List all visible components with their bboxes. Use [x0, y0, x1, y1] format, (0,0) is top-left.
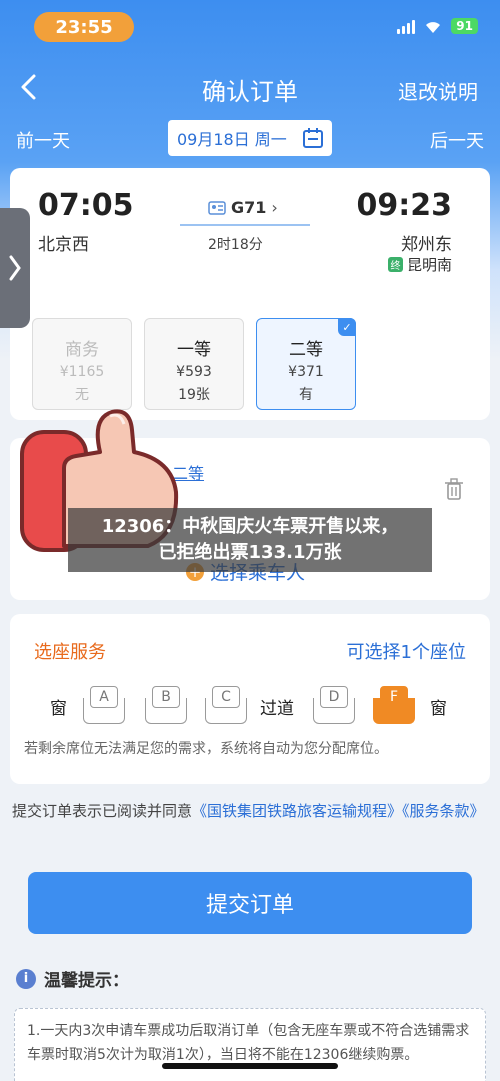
final-station-label: 昆明南 [406, 256, 452, 274]
caption-line-2: 已拒绝出票133.1万张 [158, 542, 342, 563]
tips-box: 1.一天内3次申请车票成功后取消订单（包含无座车票或不符合选铺需求车票时取消5次… [14, 1008, 486, 1081]
wifi-icon [426, 22, 441, 33]
train-number[interactable]: G71 › [208, 198, 278, 217]
seat-letter: D [320, 686, 348, 708]
date-label: 09月18日 周一 [177, 130, 287, 149]
news-caption: 12306：中秋国庆火车票开售以来， 已拒绝出票133.1万张 [68, 508, 432, 572]
seat-class-first[interactable]: 一等 ¥593 19张 [144, 318, 244, 410]
seat-service-hint: 可选择1个座位 [346, 642, 466, 663]
info-icon: i [16, 968, 36, 989]
seat-letter: F [380, 686, 408, 708]
seat-letter: B [152, 686, 180, 708]
seat-service-card: 选座服务 可选择1个座位 窗 A B C 过道 D F 窗 若剩余席位无法满足您… [10, 614, 490, 784]
signal-icon [397, 18, 416, 34]
prev-day-button[interactable]: 前一天 [16, 127, 70, 153]
chevron-right-icon: › [271, 198, 278, 217]
seat-b[interactable]: B [144, 684, 188, 724]
seat-class-name: 一等 [177, 340, 211, 360]
departure-time: 07:05 [38, 188, 134, 223]
caption-line-1: 12306：中秋国庆火车票开售以来， [101, 516, 399, 537]
seat-service-title: 选座服务 [34, 642, 106, 663]
agreement-text: 提交订单表示已阅读并同意《国铁集团铁路旅客运输规程》《服务条款》 [12, 796, 490, 826]
trash-icon[interactable] [444, 478, 464, 500]
departure-station: 北京西 [38, 235, 89, 255]
nav-bar: 确认订单 退改说明 [0, 60, 500, 116]
check-icon: ✓ [338, 318, 356, 336]
date-picker[interactable]: 09月18日 周一 [168, 120, 332, 156]
route-line [180, 224, 310, 226]
refund-rules-link[interactable]: 退改说明 [398, 76, 478, 105]
seat-class-availability: 有 [299, 387, 313, 403]
agreement-prefix: 提交订单表示已阅读并同意 [12, 802, 193, 820]
seat-class-availability: 19张 [178, 387, 210, 403]
status-time: 23:55 [34, 12, 134, 42]
status-icons: 91 [397, 18, 478, 34]
seat-class-price: ¥593 [176, 364, 212, 380]
window-label-right: 窗 [430, 699, 447, 719]
date-selector: 前一天 09月18日 周一 后一天 [0, 118, 500, 158]
seat-picker: 窗 A B C 过道 D F 窗 [10, 684, 490, 728]
tips-text: 1.一天内3次申请车票成功后取消订单（包含无座车票或不符合选铺需求车票时取消5次… [27, 1023, 470, 1063]
seat-service-note: 若剩余席位无法满足您的需求，系统将自动为您分配席位。 [24, 741, 388, 757]
terms-link[interactable]: 《服务条款》 [402, 802, 485, 820]
battery-icon: 91 [451, 18, 478, 34]
tips-title: 温馨提示： [44, 971, 129, 991]
train-number-label: G71 [231, 198, 267, 217]
seat-class-name: 商务 [65, 340, 99, 360]
final-station: 终 昆明南 [387, 254, 452, 275]
seat-d[interactable]: D [312, 684, 356, 724]
seat-class-price: ¥371 [288, 364, 324, 380]
tips-header: i 温馨提示： [16, 966, 129, 991]
seat-class-name: 二等 [289, 340, 323, 360]
status-bar: 23:55 91 [0, 0, 500, 55]
seat-class-price: ¥1165 [59, 364, 105, 380]
ticket-icon [208, 200, 226, 215]
final-station-badge: 终 [387, 257, 403, 272]
calendar-icon [303, 128, 323, 148]
side-drawer-handle[interactable] [0, 208, 30, 328]
next-day-button[interactable]: 后一天 [430, 127, 484, 153]
seat-class-business[interactable]: 商务 ¥1165 无 [32, 318, 132, 410]
aisle-label: 过道 [260, 699, 294, 719]
seat-letter: A [90, 686, 118, 708]
seat-a[interactable]: A [82, 684, 126, 724]
arrival-time: 09:23 [356, 188, 453, 223]
rules-link[interactable]: 《国铁集团铁路旅客运输规程》 [192, 802, 402, 820]
window-label-left: 窗 [50, 699, 67, 719]
home-indicator [162, 1063, 338, 1069]
seat-c[interactable]: C [204, 684, 248, 724]
duration: 2时18分 [208, 237, 263, 253]
chevron-right-icon [9, 255, 21, 281]
arrival-station: 郑州东 [401, 235, 452, 255]
seat-class-second[interactable]: ✓ 二等 ¥371 有 [256, 318, 356, 410]
seat-class-availability: 无 [75, 387, 89, 403]
seat-letter: C [212, 686, 240, 708]
seat-f[interactable]: F [372, 684, 416, 724]
train-card: 07:05 北京西 G71 › 2时18分 09:23 郑州东 终 昆明南 商务… [10, 168, 490, 420]
submit-order-button[interactable]: 提交订单 [28, 872, 472, 934]
